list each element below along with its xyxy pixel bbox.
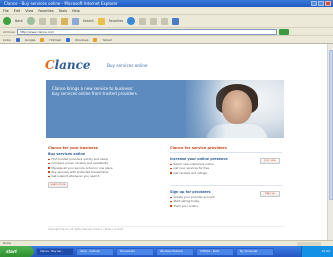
presence-box: Increase your online presence Reach new …	[170, 152, 282, 184]
links-label: Links	[3, 37, 11, 42]
page-tagline: Buy services online	[107, 63, 148, 68]
link-hotmail[interactable]: Hotmail	[49, 38, 61, 42]
search-label[interactable]: Search	[83, 19, 94, 23]
list-item: Get reviews and ratings	[170, 171, 244, 175]
mail-icon[interactable]	[150, 17, 158, 25]
hero-photo	[186, 80, 284, 138]
menu-bar: File Edit View Favorites Tools Help	[0, 7, 333, 15]
learn-more-button[interactable]: Learn more	[48, 182, 68, 189]
photo-fade	[186, 80, 226, 138]
signup-box: Sign up for providers Create your provid…	[170, 185, 282, 217]
hero-text: Clance brings a new service to business:…	[52, 86, 139, 96]
refresh-icon[interactable]	[49, 17, 57, 25]
menu-help[interactable]: Help	[72, 9, 80, 13]
back-label[interactable]: Back	[15, 19, 23, 23]
google-link-icon	[15, 37, 20, 42]
minimize-button[interactable]	[311, 1, 317, 6]
address-bar: Address http://www.clance.com	[0, 28, 333, 36]
edit-icon[interactable]	[172, 17, 180, 25]
home-icon[interactable]	[60, 17, 68, 25]
join-now-button[interactable]: Join now	[260, 158, 280, 164]
clance-logo[interactable]: Clance	[45, 58, 91, 72]
vertical-scrollbar[interactable]	[327, 44, 333, 240]
photo-face	[222, 90, 252, 124]
go-button[interactable]	[278, 28, 289, 35]
address-input[interactable]: http://www.clance.com	[16, 28, 277, 35]
address-label: Address	[3, 29, 15, 34]
link-yahoo[interactable]: Yahoo!	[102, 38, 112, 42]
business-section: Clance for your business Buy services on…	[48, 146, 160, 230]
hotmail-link-icon	[40, 37, 45, 42]
providers-section: Clance for service providers Increase yo…	[170, 146, 282, 230]
list-item: Get support whenever you need it	[48, 174, 160, 178]
scrollbar-thumb[interactable]	[329, 50, 333, 200]
browser-viewport: Clance Buy services online Clance brings…	[0, 44, 333, 240]
stop-icon[interactable]	[38, 17, 46, 25]
link-google[interactable]: Google	[25, 38, 36, 42]
providers-heading: Clance for service providers	[170, 146, 227, 150]
taskbar-item[interactable]: Untitled - Paint	[196, 247, 234, 256]
windows-link-icon	[66, 37, 71, 42]
taskbar-item[interactable]: Document1	[116, 247, 154, 256]
system-tray-clock[interactable]: 10:42	[301, 246, 333, 257]
links-bar: Links Google Hotmail Windows Yahoo!	[0, 36, 333, 44]
media-icon[interactable]	[127, 17, 136, 25]
menu-file[interactable]: File	[3, 9, 9, 13]
business-subheading: Buy services online	[48, 152, 86, 156]
back-icon[interactable]	[3, 17, 11, 25]
window-controls	[311, 1, 331, 6]
hero-banner: Clance brings a new service to business:…	[46, 80, 284, 138]
taskbar-item[interactable]: Windows Explorer	[156, 247, 194, 256]
logo-text: lance	[54, 58, 91, 72]
favorites-label[interactable]: Favorites	[109, 19, 123, 23]
forward-icon[interactable]	[26, 17, 35, 25]
web-page: Clance Buy services online Clance brings…	[35, 52, 297, 232]
page-footer: Copyright Clance. All rights reserved. P…	[48, 226, 284, 231]
menu-edit[interactable]: Edit	[14, 9, 21, 13]
business-heading: Clance for your business	[48, 146, 98, 150]
status-text: Done	[3, 241, 11, 245]
history-icon[interactable]	[139, 17, 147, 25]
print-icon[interactable]	[161, 17, 169, 25]
taskbar-item[interactable]: Clance - Buy ser...	[36, 247, 74, 256]
list-item: Track your orders	[170, 204, 244, 208]
start-button[interactable]: start	[0, 246, 34, 257]
taskbar-item[interactable]: My Computer	[236, 247, 274, 256]
search-icon[interactable]	[71, 17, 79, 25]
menu-favorites[interactable]: Favorites	[38, 9, 53, 13]
maximize-button[interactable]	[318, 1, 324, 6]
toolbar: Back Search Favorites	[0, 15, 333, 28]
window-title: Clance - Buy services online - Microsoft…	[4, 1, 118, 6]
menu-tools[interactable]: Tools	[59, 9, 67, 13]
window-titlebar: Clance - Buy services online - Microsoft…	[0, 0, 333, 7]
close-button[interactable]	[325, 1, 331, 6]
taskbar-item[interactable]: Inbox - Outlook	[76, 247, 114, 256]
taskbar: start Clance - Buy ser... Inbox - Outloo…	[0, 246, 333, 257]
yahoo-link-icon	[93, 37, 98, 42]
menu-view[interactable]: View	[25, 9, 33, 13]
link-windows[interactable]: Windows	[75, 38, 88, 42]
favorites-icon[interactable]	[97, 17, 105, 25]
sign-up-button[interactable]: Sign up	[260, 191, 280, 197]
